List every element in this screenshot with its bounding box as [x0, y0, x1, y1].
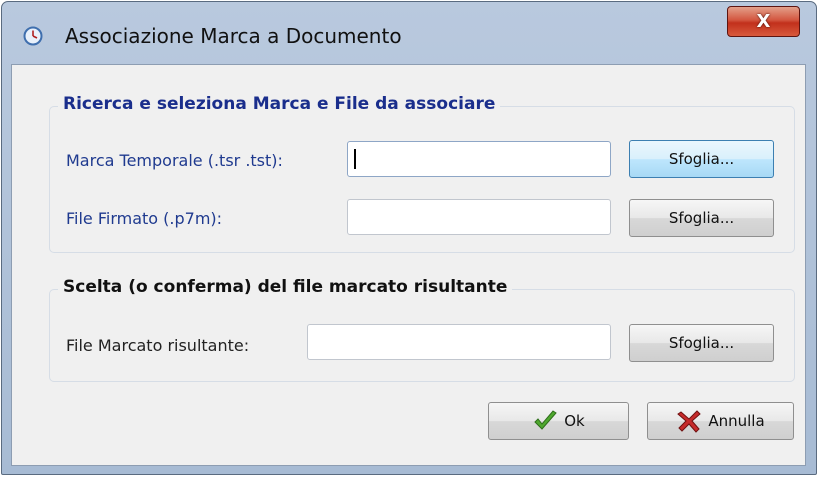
title-bar[interactable]: Associazione Marca a Documento X [2, 2, 816, 54]
timestamp-input[interactable] [347, 141, 611, 177]
dialog-window: Associazione Marca a Documento X Ricerca… [1, 1, 817, 475]
checkmark-icon [532, 408, 558, 434]
cancel-label: Annulla [708, 412, 765, 430]
signed-file-browse-label: Sfoglia... [668, 209, 735, 227]
result-group-title: Scelta (o conferma) del file marcato ris… [58, 277, 513, 297]
window-title: Associazione Marca a Documento [65, 24, 402, 48]
result-file-label: File Marcato risultante: [66, 336, 250, 355]
timestamp-label: Marca Temporale (.tsr .tst): [66, 151, 283, 170]
signed-file-label: File Firmato (.p7m): [66, 209, 223, 228]
timestamp-browse-button[interactable]: Sfoglia... [629, 140, 774, 178]
ok-label: Ok [564, 412, 585, 430]
result-file-browse-button[interactable]: Sfoglia... [629, 324, 774, 362]
text-caret [354, 149, 356, 169]
result-file-browse-label: Sfoglia... [668, 334, 735, 352]
close-button[interactable]: X [727, 6, 800, 37]
search-group-title: Ricerca e seleziona Marca e File da asso… [58, 94, 501, 114]
timestamp-browse-label: Sfoglia... [668, 150, 735, 168]
cancel-button[interactable]: Annulla [647, 402, 794, 440]
cross-icon [676, 408, 702, 434]
result-file-input[interactable] [307, 324, 611, 360]
dialog-body: Ricerca e seleziona Marca e File da asso… [11, 64, 806, 466]
ok-button[interactable]: Ok [488, 402, 629, 440]
clock-icon [23, 26, 43, 46]
signed-file-input[interactable] [347, 199, 611, 235]
close-icon: X [756, 11, 771, 32]
signed-file-browse-button[interactable]: Sfoglia... [629, 199, 774, 237]
